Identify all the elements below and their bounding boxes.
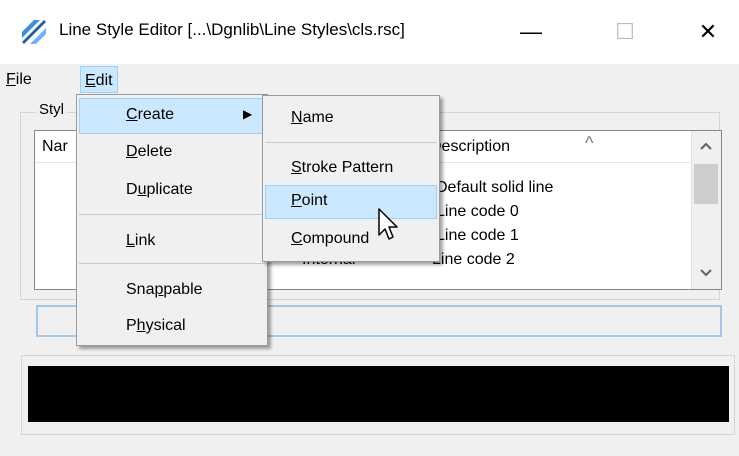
menu-edit[interactable]: Edit (80, 66, 118, 93)
menu-separator (265, 142, 437, 143)
column-header-description[interactable]: Description (430, 138, 510, 156)
styles-group-label: Styl (36, 101, 68, 118)
submenu-item-name[interactable]: Name (291, 109, 334, 127)
scroll-up-icon[interactable] (697, 138, 715, 154)
submenu-item-compound[interactable]: Compound (291, 230, 369, 248)
menu-item-create[interactable]: Create (126, 106, 174, 124)
line-style-preview (28, 366, 729, 422)
row-description: Default solid line (436, 179, 554, 196)
submenu-item-stroke-pattern[interactable]: Stroke Pattern (291, 159, 393, 177)
submenu-arrow-icon: ▶ (243, 107, 253, 121)
maximize-icon: ☐ (615, 19, 635, 44)
row-description: Line code 1 (436, 227, 519, 244)
menu-item-duplicate[interactable]: Duplicate (126, 181, 193, 199)
menu-item-snappable[interactable]: Snappable (126, 281, 203, 299)
row-description: Line code 2 (432, 251, 515, 268)
maximize-button[interactable]: ☐ (597, 12, 653, 52)
menu-item-physical[interactable]: Physical (126, 317, 186, 335)
app-icon (18, 16, 48, 46)
sort-ascending-icon: ^ (585, 133, 594, 153)
menu-separator (79, 263, 265, 264)
create-submenu: Name Stroke Pattern Point Compound (262, 95, 440, 262)
menu-separator (79, 214, 265, 215)
column-header-name[interactable]: Nar (42, 138, 68, 156)
minimize-icon: — (520, 19, 542, 44)
minimize-button[interactable]: — (503, 12, 559, 52)
row-description: Line code 0 (436, 203, 519, 220)
edit-menu: Create ▶ Delete Duplicate Link Snappable… (76, 94, 268, 346)
menu-file-label-rest: ile (15, 71, 32, 88)
mouse-cursor-icon (377, 207, 401, 243)
scroll-thumb[interactable] (694, 164, 718, 204)
submenu-item-point[interactable]: Point (291, 192, 327, 210)
menu-item-delete[interactable]: Delete (126, 143, 172, 161)
close-icon: ✕ (698, 19, 718, 44)
close-button[interactable]: ✕ (680, 12, 736, 52)
window-title: Line Style Editor [...\Dgnlib\Line Style… (59, 20, 405, 39)
menu-file[interactable]: File (2, 66, 36, 93)
scroll-down-icon[interactable] (697, 265, 715, 281)
menu-item-link[interactable]: Link (126, 232, 155, 250)
